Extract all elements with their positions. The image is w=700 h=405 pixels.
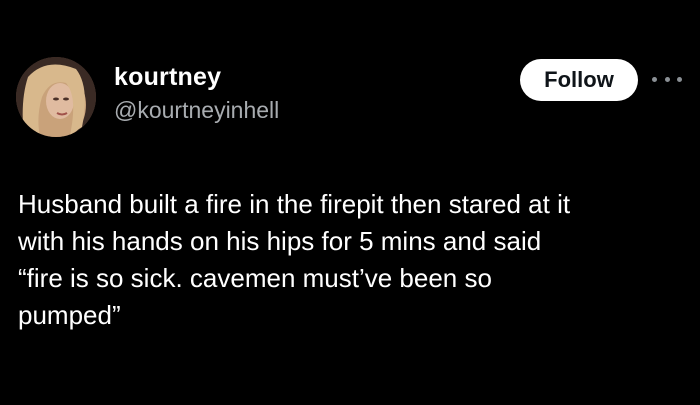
more-horizontal-icon[interactable] <box>652 72 682 86</box>
dot <box>664 76 670 82</box>
avatar[interactable] <box>16 57 96 137</box>
profile-photo-icon <box>16 57 96 137</box>
dot <box>677 76 682 82</box>
display-name[interactable]: kourtney <box>114 63 221 92</box>
tweet-text: Husband built a fire in the firepit then… <box>18 189 571 330</box>
user-handle[interactable]: @kourtneyinhell <box>114 97 279 124</box>
follow-button[interactable]: Follow <box>520 59 638 101</box>
tweet-card: kourtney @kourtneyinhell Follow Husband … <box>0 0 700 405</box>
dot <box>652 76 657 82</box>
